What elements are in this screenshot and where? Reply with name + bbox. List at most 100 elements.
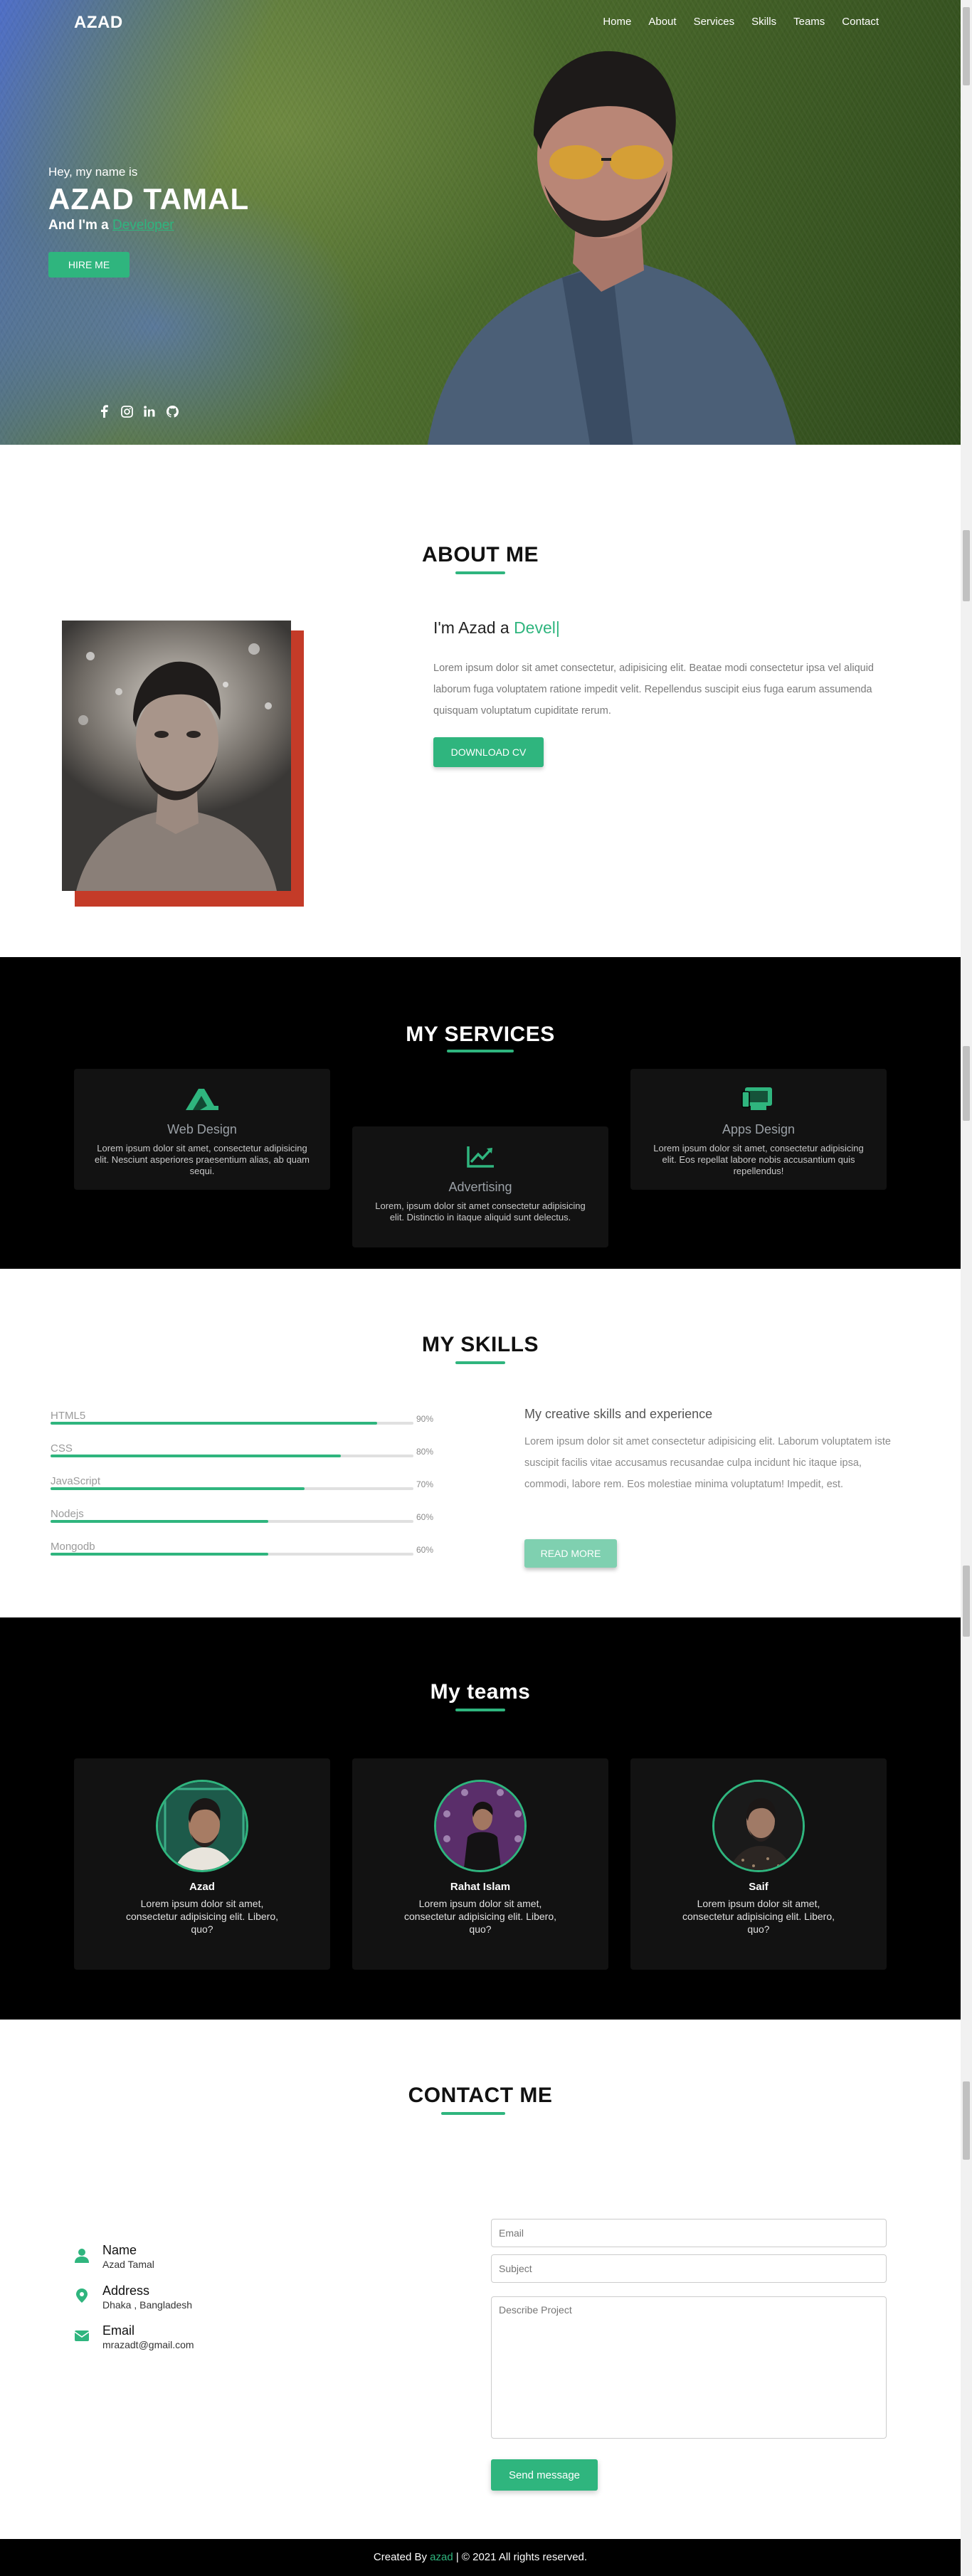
mobile-app-icon: [741, 1087, 772, 1110]
social-links: [96, 403, 180, 419]
team-card: Azad Lorem ipsum dolor sit amet, consect…: [74, 1758, 330, 1970]
user-icon: [75, 2249, 89, 2263]
facebook-icon[interactable]: [96, 403, 112, 419]
skill-row: Mongodb 60%: [51, 1541, 435, 1556]
contact-info-label: Name: [102, 2243, 137, 2257]
location-icon: [76, 2289, 88, 2303]
scrollbar-thumb[interactable]: [963, 1046, 970, 1121]
team-member-name: Saif: [749, 1881, 768, 1893]
team-member-description: Lorem ipsum dolor sit amet, consectetur …: [403, 1898, 556, 1935]
hero-role-typed: Developer: [112, 218, 174, 233]
skill-name: HTML5: [51, 1410, 86, 1422]
service-description: Lorem ipsum dolor sit amet, consectetur …: [94, 1143, 310, 1176]
nav-link-contact[interactable]: Contact: [842, 16, 879, 28]
skill-progress-track: [51, 1422, 413, 1425]
service-card-advertising[interactable]: Advertising Lorem, ipsum dolor sit amet …: [352, 1126, 608, 1247]
skill-progress-track: [51, 1553, 413, 1556]
skill-progress-fill: [51, 1553, 268, 1556]
linkedin-icon[interactable]: [142, 403, 157, 419]
skill-progress-fill: [51, 1487, 305, 1490]
about-title-underline: [455, 571, 505, 574]
navbar: AZAD Home About Services Skills Teams Co…: [0, 0, 961, 46]
hero-name: AZAD TAMAL: [48, 182, 250, 216]
nav-link-skills[interactable]: Skills: [751, 16, 776, 28]
nav-link-teams[interactable]: Teams: [793, 16, 825, 28]
skill-row: HTML5 90%: [51, 1410, 435, 1425]
skill-progress-track: [51, 1455, 413, 1457]
send-message-button[interactable]: Send message: [491, 2459, 598, 2491]
hire-me-button[interactable]: HIRE ME: [48, 252, 130, 278]
download-cv-button[interactable]: DOWNLOAD CV: [433, 737, 544, 767]
scrollbar[interactable]: [961, 0, 972, 2576]
footer-prefix: Created By: [373, 2551, 427, 2563]
nav-link-home[interactable]: Home: [603, 16, 631, 28]
team-card: Rahat Islam Lorem ipsum dolor sit amet, …: [352, 1758, 608, 1970]
team-card: Saif Lorem ipsum dolor sit amet, consect…: [630, 1758, 887, 1970]
brand-logo[interactable]: AZAD: [74, 13, 123, 33]
service-description: Lorem ipsum dolor sit amet, consectetur …: [653, 1143, 864, 1176]
services-section: MY SERVICES Web Design Lorem ipsum dolor…: [0, 957, 961, 1269]
about-paragraph: Lorem ipsum dolor sit amet consectetur, …: [433, 663, 874, 717]
skill-progress-fill: [51, 1422, 377, 1425]
team-member-description: Lorem ipsum dolor sit amet, consectetur …: [682, 1898, 835, 1935]
contact-info-value: mrazadt@gmail.com: [102, 2339, 194, 2350]
about-heading: I'm Azad a Devel|: [433, 618, 560, 638]
read-more-button[interactable]: READ MORE: [524, 1539, 617, 1568]
about-photo: [62, 621, 304, 907]
skill-name: Mongodb: [51, 1541, 95, 1553]
instagram-icon[interactable]: [119, 403, 134, 419]
about-title: ABOUT ME: [422, 543, 539, 566]
scrollbar-thumb[interactable]: [963, 2081, 970, 2160]
skill-row: Nodejs 60%: [51, 1508, 435, 1523]
about-section: ABOUT ME I'm Azad a Devel| Lorem ipsum d…: [0, 445, 961, 957]
avatar: [434, 1780, 527, 1872]
skill-percent: 90%: [416, 1414, 434, 1424]
avatar: [156, 1780, 248, 1872]
skill-progress-fill: [51, 1520, 268, 1523]
chart-line-icon: [467, 1146, 494, 1168]
footer-copyright: | © 2021 All rights reserved.: [455, 2551, 588, 2563]
hero-greeting: Hey, my name is: [48, 165, 138, 179]
footer-author-link[interactable]: azad: [430, 2551, 453, 2563]
github-icon[interactable]: [164, 403, 180, 419]
service-name: Advertising: [448, 1180, 512, 1194]
footer: Created By azad | © 2021 All rights rese…: [0, 2539, 961, 2576]
skills-section: MY SKILLS HTML5 90% CSS 80% JavaScript 70% Nod…: [0, 1269, 961, 1617]
typing-cursor: |: [555, 618, 560, 637]
nav-link-about[interactable]: About: [648, 16, 676, 28]
about-heading-typed: Devel: [514, 618, 556, 637]
hero-portrait-image: [427, 51, 796, 445]
scrollbar-thumb[interactable]: [963, 530, 970, 601]
hero-role: And I'm a Developer: [48, 218, 249, 233]
project-description-field[interactable]: [491, 2296, 887, 2439]
scrollbar-thumb[interactable]: [963, 7, 970, 85]
avatar: [712, 1780, 805, 1872]
teams-title-underline: [455, 1709, 505, 1711]
hero-section: AZAD Home About Services Skills Teams Co…: [0, 0, 961, 445]
skill-name: Nodejs: [51, 1508, 84, 1520]
skills-paragraph: Lorem ipsum dolor sit amet consectetur a…: [524, 1436, 891, 1490]
team-member-description: Lorem ipsum dolor sit amet, consectetur …: [125, 1898, 278, 1935]
skill-percent: 80%: [416, 1447, 434, 1457]
skills-title: MY SKILLS: [422, 1333, 539, 1356]
skill-progress-track: [51, 1487, 413, 1490]
scrollbar-thumb[interactable]: [963, 1566, 970, 1637]
service-card-web-design[interactable]: Web Design Lorem ipsum dolor sit amet, c…: [74, 1069, 330, 1190]
services-title-underline: [447, 1050, 514, 1052]
email-field[interactable]: [491, 2219, 887, 2247]
subject-field[interactable]: [491, 2254, 887, 2283]
skill-progress-track: [51, 1520, 413, 1523]
teams-section: My teams Azad Lorem ipsum dolor sit amet…: [0, 1617, 961, 2020]
web-design-icon: [186, 1089, 218, 1110]
teams-title: My teams: [430, 1680, 531, 1704]
service-card-apps-design[interactable]: Apps Design Lorem ipsum dolor sit amet, …: [630, 1069, 887, 1190]
skill-percent: 60%: [416, 1512, 434, 1522]
nav-links: Home About Services Skills Teams Contact: [603, 16, 879, 28]
hero-text: Hey, my name is AZAD TAMAL And I'm a Dev…: [48, 165, 249, 233]
contact-info-value: Dhaka , Bangladesh: [102, 2299, 193, 2311]
skills-title-underline: [455, 1361, 505, 1364]
service-name: Apps Design: [722, 1122, 796, 1136]
nav-link-services[interactable]: Services: [694, 16, 735, 28]
services-title: MY SERVICES: [406, 1023, 555, 1046]
about-portrait-image: [62, 621, 291, 891]
